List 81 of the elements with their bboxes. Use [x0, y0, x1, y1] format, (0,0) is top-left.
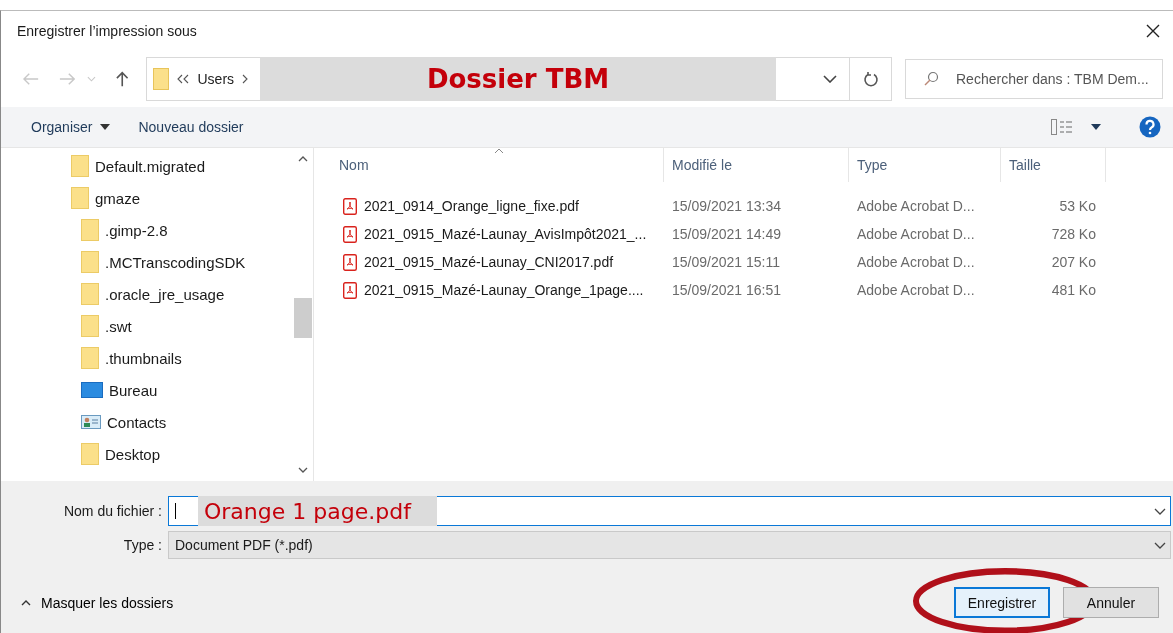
folder-tree-item[interactable]: gmaze: [95, 189, 141, 207]
chevron-down-icon[interactable]: [1154, 507, 1166, 515]
organize-menu-button[interactable]: Organiser: [21, 115, 121, 139]
folder-icon: [81, 347, 99, 369]
folder-tree-item[interactable]: Desktop: [105, 445, 161, 463]
filename-field[interactable]: Orange 1 page.pdf: [168, 496, 1171, 526]
pdf-file-icon: [343, 281, 357, 299]
column-header[interactable]: Modifié le: [672, 157, 732, 173]
breadcrumb-item[interactable]: Users: [197, 71, 235, 87]
file-size: 53 Ko: [1059, 198, 1096, 214]
help-icon[interactable]: [1139, 116, 1161, 138]
file-size: 728 Ko: [1051, 226, 1096, 242]
view-options-icon[interactable]: [1051, 119, 1073, 135]
refresh-button[interactable]: [849, 57, 892, 101]
save-button[interactable]: Enregistrer: [954, 587, 1050, 618]
folder-icon: [81, 315, 99, 337]
chevron-down-icon: [1154, 541, 1166, 549]
file-name[interactable]: 2021_0914_Orange_ligne_fixe.pdf: [364, 198, 579, 214]
cancel-button[interactable]: Annuler: [1063, 587, 1159, 618]
folder-icon: [71, 187, 89, 209]
folder-tree-item[interactable]: Default.migrated: [95, 157, 206, 175]
folder-icon: [81, 443, 99, 465]
dropdown-value: Document PDF (*.pdf): [175, 537, 313, 553]
dropdown-triangle-icon: [100, 124, 111, 130]
filename-label: Nom du fichier :: [62, 503, 163, 519]
folder-icon: [81, 219, 99, 241]
window-title: Enregistrer l’impression sous: [17, 23, 198, 39]
folder-icon: [81, 251, 99, 273]
folder-icon: [81, 283, 99, 305]
folder-tree-item[interactable]: .MCTranscodingSDK: [105, 253, 246, 271]
sort-caret-icon: [494, 148, 504, 154]
hide-folders-toggle[interactable]: Masquer les dossiers: [21, 594, 174, 611]
scrollbar-thumb[interactable]: [294, 298, 312, 338]
close-icon[interactable]: [1145, 23, 1161, 39]
chevron-up-icon: [21, 599, 31, 606]
scroll-down-icon[interactable]: [298, 467, 308, 473]
column-header[interactable]: Nom: [339, 157, 369, 173]
pdf-file-icon: [343, 225, 357, 243]
refresh-icon: [862, 71, 879, 87]
chevron-down-icon[interactable]: [823, 75, 838, 83]
file-type: Adobe Acrobat D...: [857, 226, 975, 242]
folder-tree-item[interactable]: .swt: [105, 317, 132, 335]
file-type: Adobe Acrobat D...: [857, 198, 975, 214]
dropdown-triangle-icon[interactable]: [1091, 124, 1101, 130]
file-name[interactable]: 2021_0915_Mazé-Launay_AvisImpôt2021_...: [364, 226, 647, 242]
file-type: Adobe Acrobat D...: [857, 254, 975, 270]
pdf-file-icon: [343, 197, 357, 215]
file-name[interactable]: 2021_0915_Mazé-Launay_Orange_1page....: [364, 282, 644, 298]
annotation-label: Orange 1 page.pdf: [198, 496, 437, 526]
search-icon: [923, 71, 939, 87]
double-chevron-icon: [177, 74, 190, 84]
modified-date: 15/09/2021 15:11: [672, 254, 780, 270]
folder-tree-item[interactable]: .thumbnails: [105, 349, 182, 367]
folder-tree-item[interactable]: Contacts: [107, 413, 167, 431]
file-name[interactable]: 2021_0915_Mazé-Launay_CNI2017.pdf: [364, 254, 614, 270]
file-size: 207 Ko: [1051, 254, 1096, 270]
up-arrow-icon[interactable]: [116, 70, 129, 88]
monitor-icon: [81, 382, 103, 398]
file-type: Adobe Acrobat D...: [857, 282, 975, 298]
contact-card-icon: [81, 415, 101, 429]
folder-tree-item[interactable]: .oracle_jre_usage: [105, 285, 225, 303]
folder-tree-item[interactable]: .gimp-2.8: [105, 221, 168, 239]
modified-date: 15/09/2021 14:49: [672, 226, 781, 242]
scroll-up-icon[interactable]: [298, 156, 308, 162]
modified-date: 15/09/2021 16:51: [672, 282, 781, 298]
text-cursor: [175, 503, 176, 519]
address-bar[interactable]: Users Dossier TBM: [146, 57, 851, 101]
new-folder-button[interactable]: Nouveau dossier: [128, 115, 254, 139]
column-header[interactable]: Type: [857, 157, 888, 173]
modified-date: 15/09/2021 13:34: [672, 198, 781, 214]
column-header[interactable]: Taille: [1009, 157, 1041, 173]
pdf-file-icon: [343, 253, 357, 271]
folder-icon: [71, 155, 89, 177]
folder-icon: [153, 68, 170, 90]
type-label: Type :: [122, 537, 163, 553]
folder-tree-item[interactable]: Bureau: [109, 381, 158, 399]
file-type-dropdown[interactable]: Document PDF (*.pdf): [168, 531, 1171, 559]
search-field[interactable]: Rechercher dans : TBM Dem...: [905, 59, 1163, 99]
chevron-right-icon[interactable]: [242, 74, 249, 84]
file-size: 481 Ko: [1051, 282, 1096, 298]
annotation-label: Dossier TBM: [260, 57, 777, 101]
